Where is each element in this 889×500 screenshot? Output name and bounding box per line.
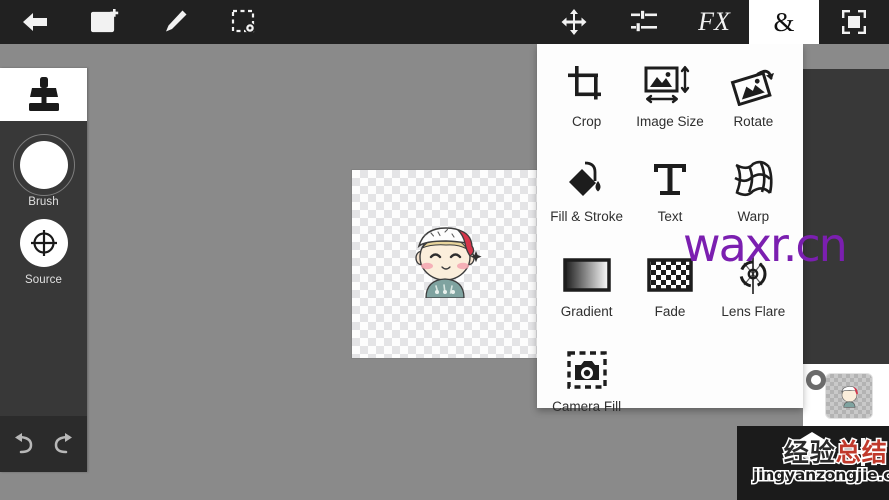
add-image-button[interactable] [70,0,140,44]
ampersand-icon: & [773,6,795,37]
menu-item-image-size[interactable]: Image Size [628,60,711,147]
menu-item-warp[interactable]: Warp [712,155,795,242]
layer-item[interactable] [803,364,889,426]
menu-label: Lens Flare [721,304,786,319]
menu-item-rotate[interactable]: Rotate [712,60,795,147]
app-root: FX & Brush Source Crop Image Size Rotate… [0,0,889,500]
fullscreen-button[interactable] [819,0,889,44]
back-button[interactable] [0,0,70,44]
move-arrows-icon [561,9,587,35]
crop-icon [566,60,608,110]
source-target-icon[interactable] [19,219,68,267]
redo-arrow-icon[interactable] [52,432,78,456]
menu-item-fade[interactable]: Fade [628,250,711,337]
adjustments-button[interactable] [609,0,679,44]
layer-thumbnail-sticker-icon [841,386,858,408]
menu-item-fill-stroke[interactable]: Fill & Stroke [545,155,628,242]
selection-settings-button[interactable] [210,0,280,44]
visibility-dot-icon[interactable] [806,370,826,390]
lens-flare-icon [731,250,775,300]
add-layer-button[interactable] [849,438,877,466]
layers-panel[interactable] [803,69,889,364]
menu-label: Fill & Stroke [550,209,624,224]
move-button[interactable] [539,0,609,44]
menu-label: Fade [654,304,686,319]
menu-label: Camera Fill [552,399,622,414]
menu-item-camera-fill[interactable]: Camera Fill [545,345,628,432]
crosshair-icon [30,230,57,256]
fill-stroke-icon [565,155,609,205]
menu-label: Gradient [560,304,613,319]
fade-checker-icon [646,250,694,300]
gradient-icon [562,250,611,300]
menu-label: Warp [737,209,770,224]
camera-fill-icon [565,345,609,395]
menu-item-lens-flare[interactable]: Lens Flare [712,250,795,337]
brush-control[interactable]: Brush [0,134,87,208]
tools-menu-button[interactable]: & [749,0,819,44]
cartoon-boy-sticker [415,227,482,298]
source-control[interactable]: Source [0,219,87,286]
image-size-icon [644,60,696,110]
tools-menu-grid: Crop Image Size Rotate Fill & Stroke Tex… [537,44,803,442]
sliders-icon [631,10,657,32]
left-tool-panel: Brush Source [0,68,87,472]
pencil-icon [166,10,187,32]
selection-settings-icon [231,9,256,34]
brush-dial-icon[interactable] [12,134,75,196]
clone-stamp-icon [28,76,59,111]
fx-icon: FX [698,7,730,36]
active-tool-button[interactable] [0,68,87,121]
top-toolbar: FX & [0,0,889,44]
source-label: Source [24,274,63,286]
tools-dropdown-menu: Crop Image Size Rotate Fill & Stroke Tex… [537,44,803,414]
menu-item-gradient[interactable]: Gradient [545,250,628,337]
menu-label: Rotate [733,114,774,129]
back-arrow-icon [23,13,47,31]
menu-label: Text [657,209,683,224]
menu-label: Image Size [636,114,704,129]
fullscreen-icon [842,10,866,34]
undo-arrow-icon[interactable] [9,432,35,456]
menu-label: Crop [572,114,602,129]
text-t-icon [650,155,690,205]
history-bar [0,416,87,472]
add-image-icon [91,9,119,33]
artboard-transparent-canvas[interactable] [352,170,548,358]
brush-label: Brush [28,196,59,208]
menu-item-crop[interactable]: Crop [545,60,628,147]
menu-item-text[interactable]: Text [628,155,711,242]
pencil-button[interactable] [140,0,210,44]
layer-thumbnail[interactable] [825,373,873,419]
rotate-icon [730,60,776,110]
warp-grid-icon [731,155,775,205]
fx-button[interactable]: FX [679,0,749,44]
